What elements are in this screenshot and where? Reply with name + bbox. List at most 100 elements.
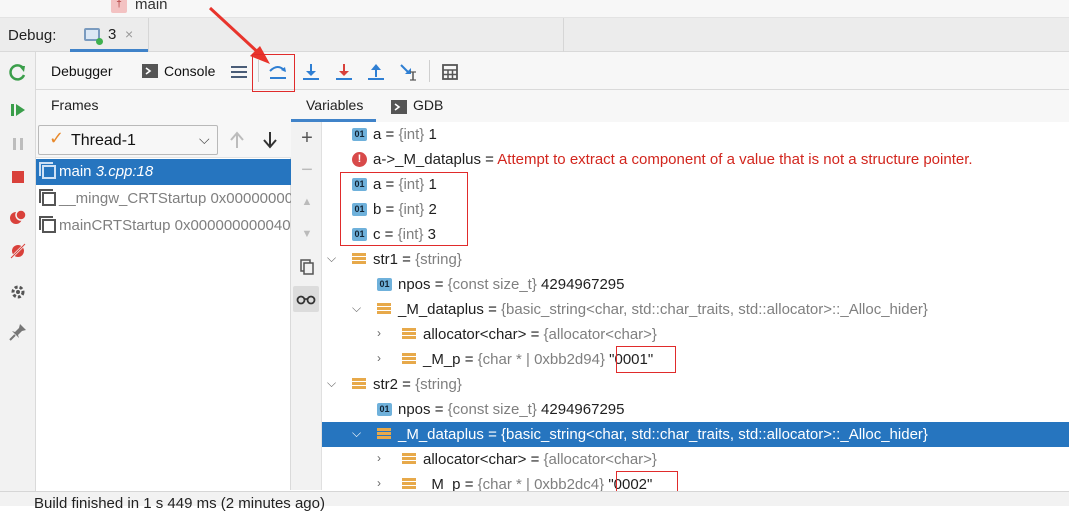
variable-type: {const size_t} [447, 276, 537, 293]
move-down-icon[interactable]: ▼ [299, 226, 315, 242]
toolbar-separator [429, 60, 430, 82]
variable-row[interactable]: 01 npos = {const size_t} 4294967295 [322, 397, 1069, 422]
frame-icon [42, 192, 56, 206]
remove-watch-icon[interactable]: − [299, 160, 315, 180]
stop-icon[interactable] [8, 167, 28, 187]
object-field-icon [402, 453, 416, 467]
running-indicator-icon [96, 38, 103, 45]
variable-type: {string} [415, 251, 462, 268]
frame-item[interactable]: __mingw_CRTStartup 0x00000000 [36, 186, 291, 212]
frame-location: 3.cpp:18 [95, 163, 154, 180]
frame-icon [42, 219, 56, 233]
tab-debugger[interactable]: Debugger [51, 63, 113, 79]
variable-type: {allocator<char>} [543, 326, 657, 343]
editor-tab-strip: † main [0, 0, 1069, 18]
variable-type: {basic_string<char, std::char_traits, st… [501, 301, 928, 318]
variable-name: allocator<char> [423, 451, 527, 468]
add-watch-icon[interactable]: + [299, 128, 315, 148]
expand-chevron-right-icon[interactable]: › [377, 476, 381, 490]
expand-chevron-down-icon[interactable]: ⌵ [352, 426, 361, 441]
status-text: Build finished in 1 s 449 ms (2 minutes … [34, 495, 325, 512]
console-icon [142, 64, 158, 78]
variable-name: _M_dataplus [398, 426, 484, 443]
copy-icon[interactable] [299, 259, 315, 275]
object-field-icon [377, 303, 391, 317]
variable-type: {const size_t} [447, 401, 537, 418]
variable-row[interactable]: ⌵ str2 = {string} [322, 372, 1069, 397]
frame-function: main [59, 163, 92, 180]
previous-frame-up-icon[interactable] [229, 131, 245, 149]
variable-row[interactable]: › allocator<char> = {allocator<char>} [322, 447, 1069, 472]
variable-row[interactable]: › allocator<char> = {allocator<char>} [322, 322, 1069, 347]
gdb-console-icon [391, 100, 407, 114]
expand-chevron-right-icon[interactable]: › [377, 351, 381, 365]
expand-chevron-down-icon[interactable]: ⌵ [327, 376, 336, 391]
view-breakpoints-icon[interactable] [8, 207, 28, 227]
run-to-cursor-icon[interactable] [398, 61, 420, 83]
variable-name: allocator<char> [423, 326, 527, 343]
object-field-icon [402, 328, 416, 342]
settings-gear-icon[interactable] [8, 282, 28, 302]
tab-gdb[interactable]: GDB [413, 97, 443, 113]
glasses-icon [296, 295, 316, 305]
variable-row[interactable]: ⌵ _M_dataplus = {basic_string<char, std::… [322, 422, 1069, 447]
frame-function: mainCRTStartup [59, 217, 171, 234]
object-field-icon [402, 478, 416, 492]
variable-name: _M_p [423, 351, 461, 368]
primitive-value-icon: 01 [352, 128, 367, 141]
variable-value: 4294967295 [541, 401, 625, 418]
variable-name: str1 [373, 251, 399, 268]
variable-type: {char * | 0xbb2d94} [477, 351, 605, 368]
object-field-icon [352, 253, 366, 267]
variable-type: {basic_string<char, std::char_traits, st… [501, 426, 928, 443]
pin-tab-icon[interactable] [8, 322, 28, 342]
debug-session-tab[interactable]: 3 × [70, 18, 148, 52]
debug-label: Debug: [8, 27, 57, 44]
variable-name: a [373, 126, 382, 143]
close-tab-icon[interactable]: × [125, 26, 133, 42]
tab-variables[interactable]: Variables [306, 97, 363, 113]
show-watches-toggle[interactable] [293, 286, 319, 312]
frame-item[interactable]: mainCRTStartup 0x000000000040 [36, 213, 291, 239]
variables-header: Variables GDB [291, 90, 1069, 122]
variables-side-toolbar: + − ▲ ▼ [291, 122, 322, 490]
variable-name: a->_M_dataplus [373, 151, 481, 168]
expand-chevron-right-icon[interactable]: › [377, 451, 381, 465]
variable-row[interactable]: 01 a = {int} 1 [322, 122, 1069, 147]
thread-dropdown[interactable]: ✓ Thread-1 ⌵ [38, 125, 218, 155]
status-bar: Build finished in 1 s 449 ms (2 minutes … [0, 491, 1069, 512]
annotation-box [340, 172, 468, 246]
variable-row[interactable]: 01 npos = {const size_t} 4294967295 [322, 272, 1069, 297]
expand-chevron-right-icon[interactable]: › [377, 326, 381, 340]
variable-row[interactable]: ! a->_M_dataplus = Attempt to extract a c… [322, 147, 1069, 172]
object-field-icon [402, 353, 416, 367]
primitive-value-icon: 01 [377, 278, 392, 291]
tab-divider [148, 18, 149, 52]
debug-session-name: 3 [108, 26, 117, 43]
object-field-icon [377, 428, 391, 442]
variable-row[interactable]: ⌵ str1 = {string} [322, 247, 1069, 272]
annotation-box [252, 54, 295, 92]
variable-row[interactable]: ⌵ _M_dataplus = {basic_string<char, std::… [322, 297, 1069, 322]
frames-title: Frames [51, 97, 99, 113]
expand-chevron-down-icon[interactable]: ⌵ [352, 301, 361, 316]
pause-icon[interactable] [8, 134, 28, 154]
chevron-down-icon: ⌵ [199, 131, 210, 147]
move-up-icon[interactable]: ▲ [299, 194, 315, 210]
force-step-into-icon[interactable] [333, 61, 355, 83]
variable-row[interactable]: › _M_p = {char * | 0xbb2d94} "0001" [322, 347, 1069, 372]
mute-breakpoints-icon[interactable] [8, 241, 28, 261]
variable-name: _M_dataplus [398, 301, 484, 318]
rerun-icon[interactable] [8, 62, 28, 82]
resume-icon[interactable] [8, 100, 28, 120]
variable-error: Attempt to extract a component of a valu… [497, 151, 973, 168]
frame-item[interactable]: main 3.cpp:18 [36, 159, 291, 185]
step-out-icon[interactable] [365, 61, 387, 83]
expand-chevron-down-icon[interactable]: ⌵ [327, 251, 336, 266]
variable-name: npos [398, 401, 431, 418]
variable-name: str2 [373, 376, 399, 393]
evaluate-expression-icon[interactable] [439, 61, 461, 83]
editor-file-name[interactable]: main [135, 0, 168, 13]
next-frame-down-icon[interactable] [262, 131, 278, 149]
check-icon: ✓ [49, 128, 65, 148]
